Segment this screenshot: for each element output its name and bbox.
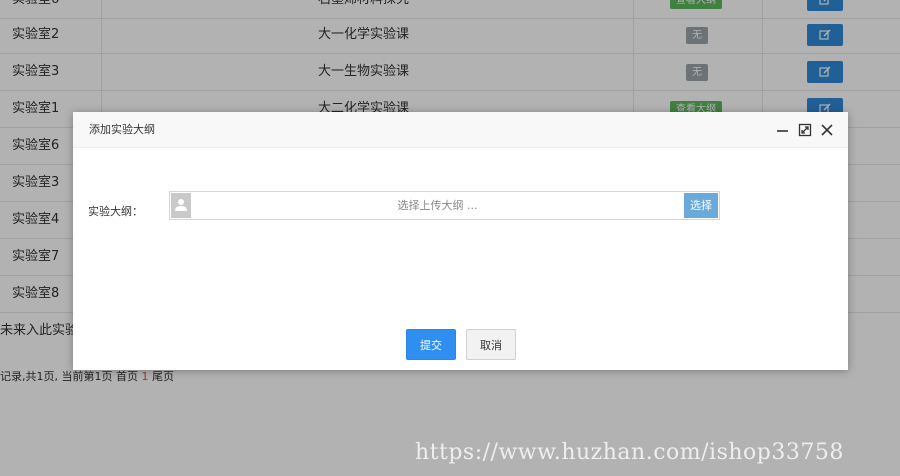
submit-button[interactable]: 提交 [406,329,456,360]
maximize-icon[interactable] [797,122,813,138]
add-outline-dialog: 添加实验大纲 实验大纲： 选择上传大纲 ... 选择 提交 取消 [73,112,848,370]
file-placeholder: 选择上传大纲 ... [397,199,478,212]
dialog-title: 添加实验大纲 [89,123,155,136]
cancel-button[interactable]: 取消 [466,329,516,360]
dialog-header: 添加实验大纲 [73,112,848,148]
watermark-text: https://www.huzhan.com/ishop33758 [415,440,844,465]
minimize-icon[interactable] [775,122,791,138]
choose-file-button[interactable]: 选择 [684,193,718,218]
upload-user-icon [171,193,191,218]
outline-field-label: 实验大纲： [88,205,143,218]
close-icon[interactable] [819,122,835,138]
outline-file-input[interactable]: 选择上传大纲 ... 选择 [169,191,720,220]
